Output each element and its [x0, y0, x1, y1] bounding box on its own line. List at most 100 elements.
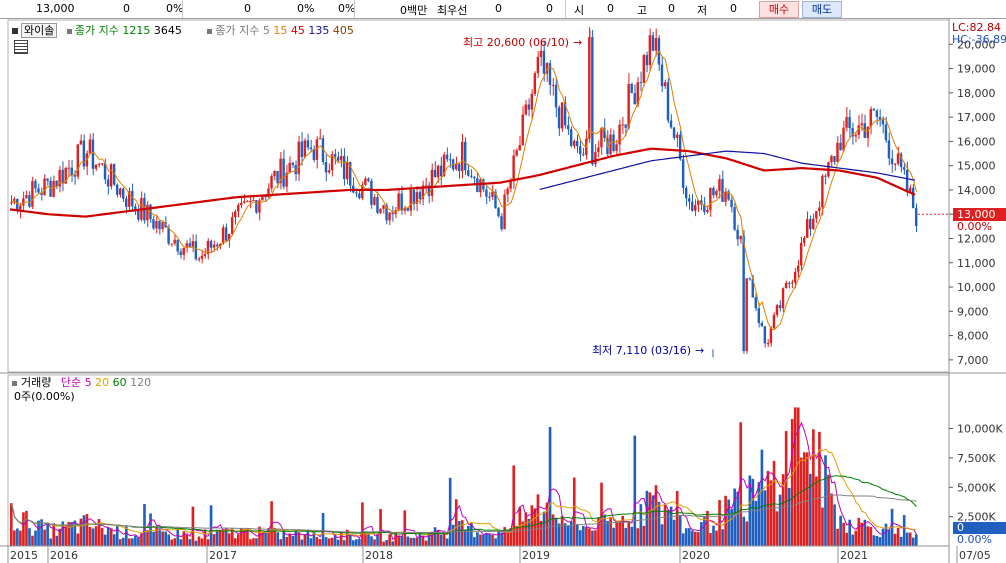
volume-bar — [539, 520, 543, 546]
volume-bar — [672, 519, 676, 546]
candle-body — [760, 322, 764, 327]
volume-bar — [736, 491, 740, 546]
x-tick-label: 07/05 — [959, 549, 991, 562]
volume-bar — [494, 538, 497, 546]
candle-body — [512, 155, 515, 182]
volume-bar — [476, 532, 479, 546]
candle-body — [806, 219, 809, 238]
volume-bar — [591, 530, 594, 546]
volume-bar — [306, 531, 310, 546]
volume-bar — [19, 530, 22, 546]
candle-body — [439, 165, 443, 177]
volume-bar — [424, 540, 428, 546]
candle-body — [796, 265, 800, 272]
candle-body — [115, 184, 119, 195]
candle-body — [315, 139, 319, 160]
volume-bar — [839, 515, 842, 546]
volume-bar — [330, 537, 334, 546]
quote-pct1: 0% — [166, 2, 184, 15]
volume-bar — [506, 532, 509, 546]
volume-bar — [16, 528, 19, 546]
volume-bar — [203, 529, 207, 546]
candle-body — [524, 104, 527, 115]
volume-bar — [612, 527, 615, 546]
candle-body — [246, 201, 249, 203]
stock-chart[interactable]: 7,0008,0009,00010,00011,00012,00013,0001… — [0, 18, 1006, 563]
candle-body — [914, 208, 918, 226]
best-label: 최우선 — [437, 4, 468, 17]
stock-name[interactable]: 와이솔 — [21, 23, 58, 38]
x-tick-label: 2018 — [365, 549, 393, 562]
volume-bar — [914, 534, 918, 546]
candle-body — [379, 208, 382, 213]
price-tick-label: 12,000 — [957, 232, 996, 245]
candle-body — [485, 189, 488, 197]
candle-body — [572, 140, 576, 146]
candle-body — [22, 198, 25, 206]
candle-body — [94, 164, 98, 169]
volume-bar — [100, 528, 104, 546]
candle-body — [748, 278, 751, 280]
quote-v1: 0 — [123, 2, 130, 15]
volume-bar — [170, 539, 174, 546]
volume-bar — [109, 528, 113, 546]
volume-bar — [382, 541, 385, 546]
volume-bar — [152, 531, 155, 546]
legend-marker-icon — [12, 28, 18, 34]
grid-icon[interactable] — [14, 40, 28, 54]
candle-body — [815, 211, 818, 219]
candle-body — [724, 191, 727, 202]
volume-bar — [131, 538, 134, 546]
candle-body — [509, 181, 512, 189]
volume-bar — [818, 431, 821, 546]
volume-tick-label: 5,000K — [957, 481, 996, 494]
buy-button[interactable]: 매수 — [759, 1, 799, 18]
candle-body — [566, 125, 570, 130]
candle-body — [872, 109, 876, 111]
volume-bar — [684, 528, 688, 546]
volume-bar — [709, 533, 712, 546]
volume-bar — [745, 521, 749, 546]
candle-body — [370, 180, 373, 205]
volume-bar — [751, 478, 755, 546]
ma-orange-line — [11, 50, 917, 331]
candle-body — [824, 175, 827, 177]
volume-bar — [391, 541, 394, 546]
candle-body — [569, 129, 573, 146]
volume-bar — [482, 534, 485, 546]
candle-body — [479, 179, 482, 193]
volume-bar — [536, 494, 540, 546]
volume-bar — [663, 504, 667, 546]
arrow-right-icon: → — [573, 36, 583, 49]
volume-bar — [439, 534, 443, 546]
candle-body — [651, 35, 655, 51]
price-tick-label: 19,000 — [957, 63, 996, 76]
volume-bar — [252, 538, 255, 546]
candle-body — [327, 170, 331, 173]
volume-bar — [212, 534, 216, 546]
candle-body — [790, 282, 794, 284]
candle-body — [712, 188, 715, 196]
volume-bar — [291, 535, 295, 546]
volume-bar — [94, 526, 98, 546]
volume-bar — [557, 523, 561, 546]
volume-bar — [893, 533, 897, 546]
candle-body — [542, 50, 546, 74]
volume-bar — [279, 539, 282, 546]
candle-body — [155, 220, 158, 229]
volume-bar — [603, 514, 606, 546]
volume-bar — [149, 513, 152, 546]
candle-body — [527, 104, 530, 110]
volume-bar — [185, 534, 189, 546]
volume-bar — [460, 520, 464, 546]
volume-bar — [618, 520, 621, 546]
candle-body — [188, 243, 191, 247]
candle-body — [200, 255, 204, 259]
candle-body — [100, 163, 104, 165]
volume-tick-label: 7,500K — [957, 452, 996, 465]
candle-body — [778, 305, 782, 309]
candle-body — [182, 247, 185, 255]
volume-bar — [763, 490, 767, 546]
sell-button[interactable]: 매도 — [802, 1, 842, 18]
volume-bar — [22, 512, 25, 546]
